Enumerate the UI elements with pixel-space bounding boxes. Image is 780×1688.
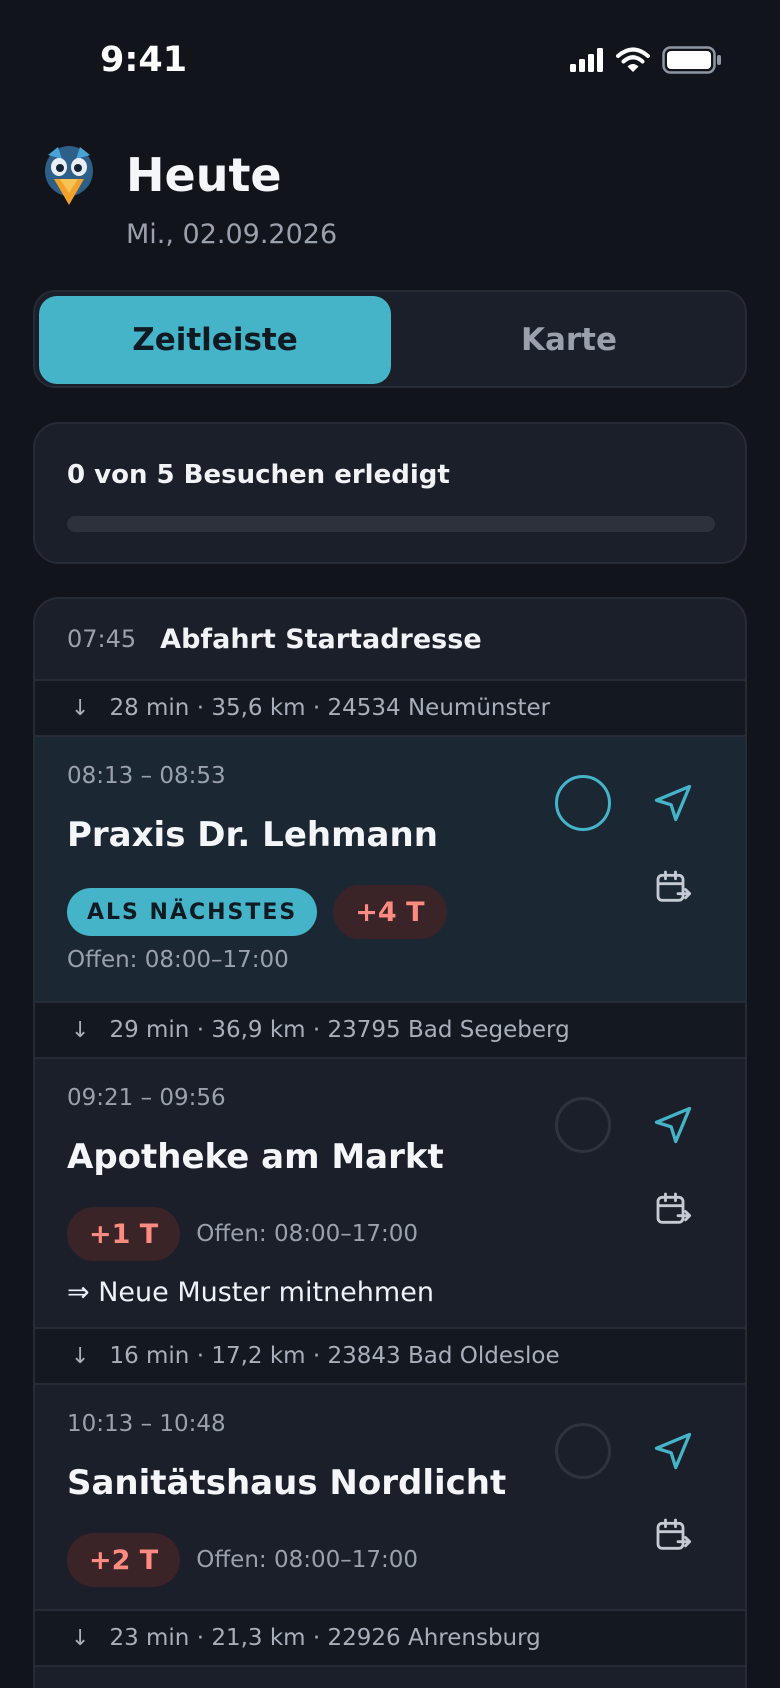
stop-name: Praxis Dr. Lehmann [67,815,438,855]
stop-time: 09:21 – 09:56 [67,1085,226,1111]
travel-segment: ↓ 28 min · 35,6 km · 24534 Neumünster [35,681,745,737]
status-bar: 9:41 [0,0,780,120]
stop-time: 10:13 – 10:48 [67,1411,226,1437]
done-checkbox[interactable] [555,1097,611,1153]
stop-badges: +1 T Offen: 08:00–17:00 [67,1207,418,1261]
calendar-move-icon[interactable] [653,1189,693,1229]
tab-zeitleiste[interactable]: Zeitleiste [39,296,391,384]
progress-text: 0 von 5 Besuchen erledigt [67,460,450,490]
navigation-arrow-icon[interactable] [651,781,695,825]
tab-karte[interactable]: Karte [395,296,743,384]
status-time: 9:41 [100,40,188,80]
progress-bar [67,516,715,532]
stop-name: Sanitätshaus Nordlicht [67,1463,507,1503]
calendar-move-icon[interactable] [653,1515,693,1555]
status-icons [570,46,722,74]
navigation-arrow-icon[interactable] [651,1429,695,1473]
done-checkbox[interactable] [555,775,611,831]
opening-hours: Offen: 08:00–17:00 [196,1221,419,1247]
travel-info: 23 min · 21,3 km · 22926 Ahrensburg [109,1625,541,1651]
page-title: Heute [126,148,282,202]
start-time: 07:45 [67,625,137,653]
done-checkbox[interactable] [555,1423,611,1479]
down-arrow-icon: ↓ [71,1343,90,1369]
down-arrow-icon: ↓ [71,695,90,721]
travel-segment: ↓ 16 min · 17,2 km · 23843 Bad Oldesloe [35,1329,745,1385]
progress-card: 0 von 5 Besuchen erledigt [33,422,747,564]
travel-info: 16 min · 17,2 km · 23843 Bad Oldesloe [109,1343,560,1369]
navigation-arrow-icon[interactable] [651,1103,695,1147]
stop-badges: +2 T Offen: 08:00–17:00 [67,1533,418,1587]
stop-card[interactable]: 09:21 – 09:56 Apotheke am Markt +1 T Off… [35,1059,745,1329]
days-badge: +2 T [67,1533,181,1587]
stop-name: Apotheke am Markt [67,1137,444,1177]
battery-icon [662,46,721,74]
start-row: 07:45 Abfahrt Startadresse [35,599,745,681]
signal-icon [570,48,603,72]
down-arrow-icon: ↓ [71,1625,90,1651]
travel-info: 28 min · 35,6 km · 24534 Neumünster [109,695,551,721]
days-badge: +4 T [333,885,447,939]
travel-segment: ↓ 29 min · 36,9 km · 23795 Bad Segeberg [35,1003,745,1059]
page-date: Mi., 02.09.2026 [126,219,338,250]
view-switcher: Zeitleiste Karte [33,290,747,388]
next-badge: ALS NÄCHSTES [67,888,318,936]
stop-time: 08:13 – 08:53 [67,763,226,789]
travel-segment: ↓ 23 min · 21,3 km · 22926 Ahrensburg [35,1611,745,1667]
stop-card[interactable]: 10:13 – 10:48 Sanitätshaus Nordlicht +2 … [35,1385,745,1611]
down-arrow-icon: ↓ [71,1017,90,1043]
timeline-card: 07:45 Abfahrt Startadresse ↓ 28 min · 35… [33,597,747,1688]
start-label: Abfahrt Startadresse [160,623,482,655]
wifi-icon [616,47,650,72]
stop-card[interactable]: 08:13 – 08:53 Praxis Dr. Lehmann ALS NÄC… [35,737,745,1003]
app-screen: 9:41 Heute Mi., 02.09.2026 Zeitleiste Ka… [0,0,780,1688]
stop-note: ⇒ Neue Muster mitnehmen [67,1277,434,1308]
opening-hours: Offen: 08:00–17:00 [67,947,289,973]
opening-hours: Offen: 08:00–17:00 [196,1547,419,1573]
app-logo-icon [45,146,93,205]
travel-info: 29 min · 36,9 km · 23795 Bad Segeberg [109,1017,570,1043]
days-badge: +1 T [67,1207,181,1261]
stop-badges: ALS NÄCHSTES +4 T [67,885,447,939]
calendar-move-icon[interactable] [653,867,693,907]
